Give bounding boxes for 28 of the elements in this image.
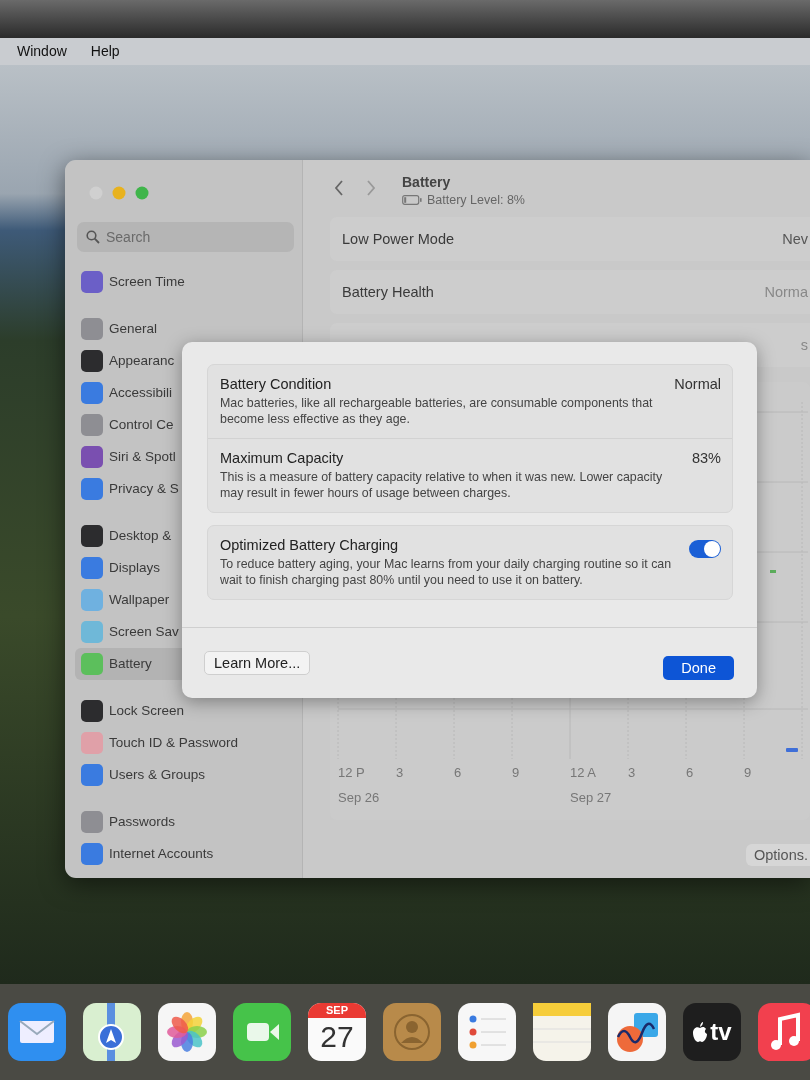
row-value: Nev [782,230,808,247]
setting-value: 83% [690,449,721,466]
date-label: Sep 26 [338,789,381,805]
page-title: Battery [402,173,452,190]
axis-label: 6 [454,764,463,780]
calendar-month: SEP [308,1003,366,1018]
row-label: Low Power Mode [342,230,455,247]
axis-label: 9 [512,764,521,780]
row-value: s [800,336,808,353]
axis-label: 6 [686,764,695,780]
row-value: Norma [764,283,808,300]
setting-title: Optimized Battery Charging [220,536,400,553]
date-label: Sep 27 [570,789,613,805]
axis-label: 12 P [338,764,366,780]
setting-title: Battery Condition [220,375,333,392]
tv-label: tv [710,1018,732,1046]
battery-level-text: Battery Level: 8% [427,192,525,207]
setting-description: Mac batteries, like all rechargeable batteries, are consumable components that become less effective as they age. [220,394,654,427]
setting-description: This is a measure of battery capacity relative to when it was new. Lower capacity may result in fewer hours of usage between charges. [220,468,664,501]
axis-label: 9 [744,764,753,780]
axis-label: 12 A [570,764,598,780]
setting-title: Maximum Capacity [220,449,345,466]
axis-label: 3 [396,764,405,780]
setting-description: To reduce battery aging, your Mac learns from your daily charging routine so it can wait to finish charging past 80% until you need to use it on battery. [220,555,673,588]
setting-value: Normal [673,375,721,392]
calendar-day: 27 [320,1018,354,1056]
axis-label: 3 [628,764,637,780]
row-label: Battery Health [342,283,434,300]
